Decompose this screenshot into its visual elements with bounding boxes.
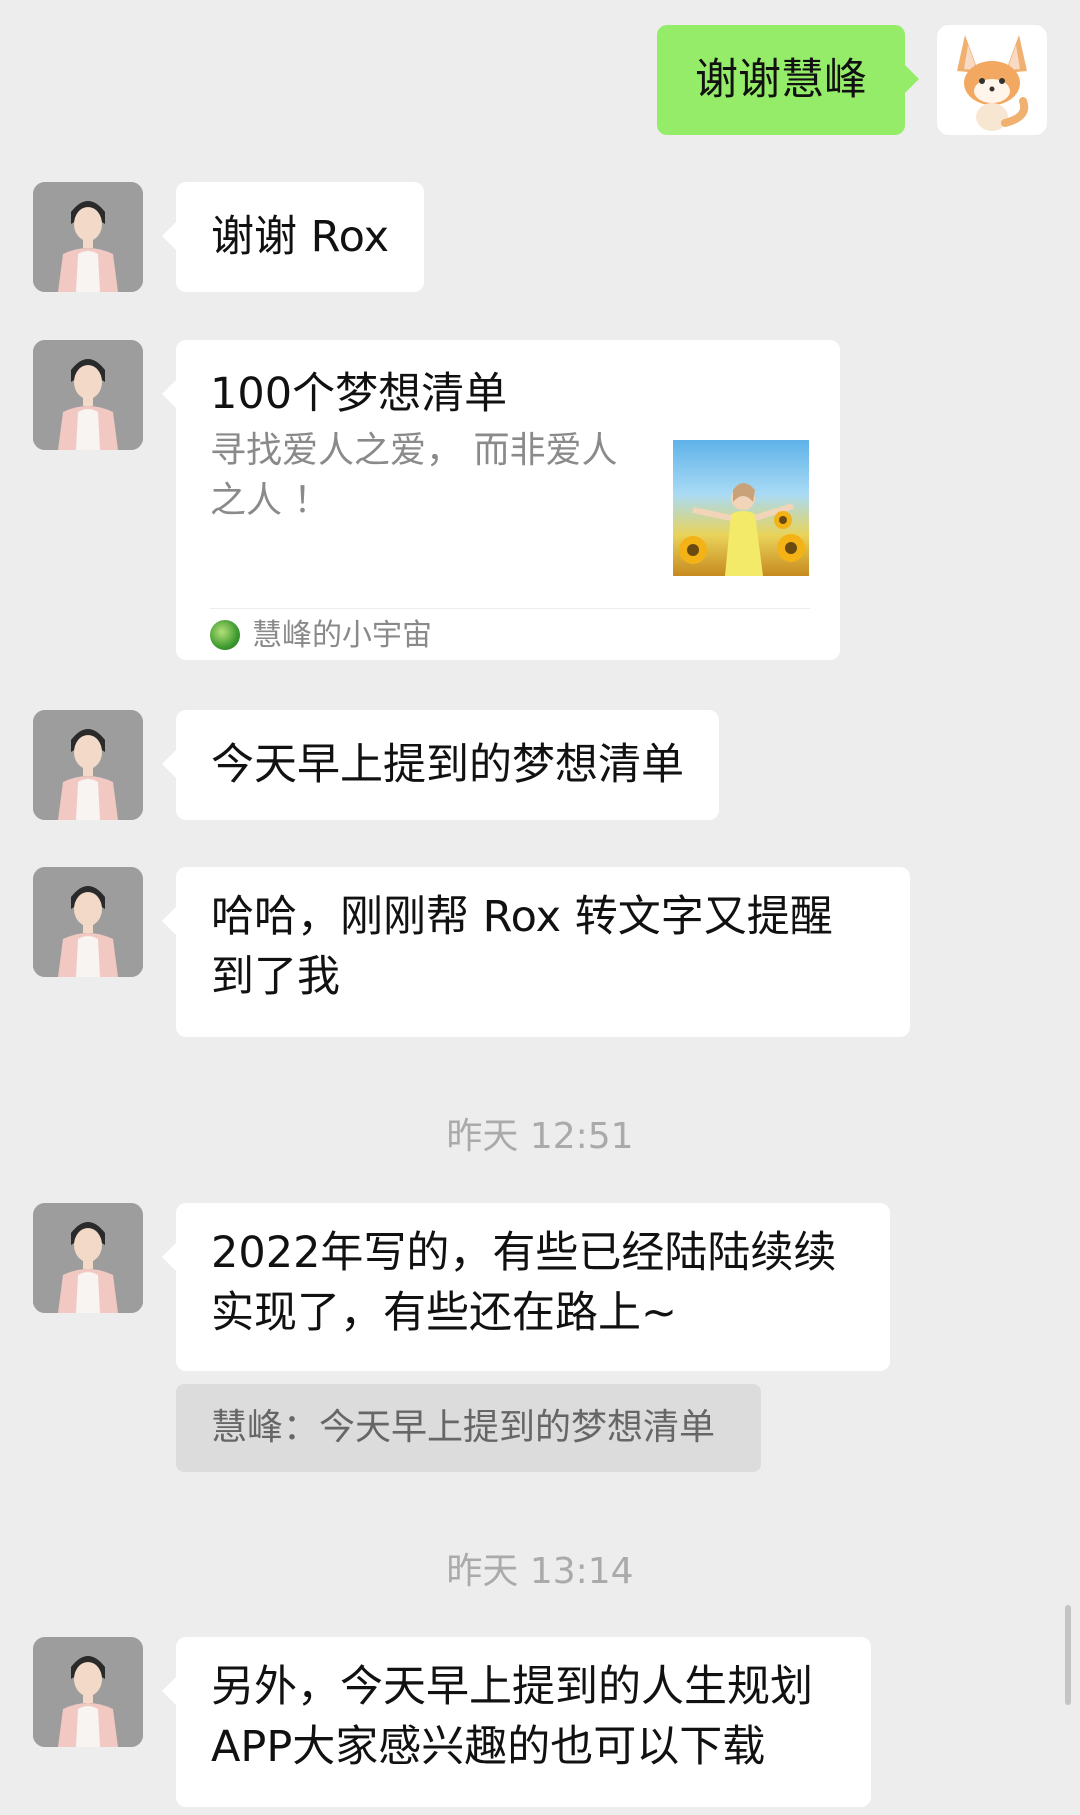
received-message-text: 今天早上提到的梦想清单 bbox=[211, 740, 684, 790]
person-avatar-icon bbox=[33, 1203, 143, 1313]
received-message-bubble[interactable]: 另外，今天早上提到的人生规划APP大家感兴趣的也可以下载 bbox=[162, 1637, 871, 1807]
link-card-source: 慧峰的小宇宙 bbox=[252, 618, 432, 653]
person-avatar-icon bbox=[33, 867, 143, 977]
fox-avatar-icon bbox=[957, 35, 1029, 131]
link-card-divider bbox=[210, 608, 810, 609]
source-icon bbox=[210, 620, 240, 650]
received-message-bubble[interactable]: 哈哈，刚刚帮 Rox 转文字又提醒到了我 bbox=[162, 867, 910, 1037]
timestamp: 昨天 12:51 bbox=[446, 1116, 634, 1157]
person-avatar-icon bbox=[33, 1637, 143, 1747]
link-card[interactable]: 100个梦想清单 寻找爱人之爱， 而非爱人之人 ！ 慧峰的小宇宙 bbox=[162, 340, 840, 660]
link-card-title: 100个梦想清单 bbox=[210, 369, 508, 419]
contact-avatar[interactable] bbox=[33, 182, 143, 292]
person-avatar-icon bbox=[33, 340, 143, 450]
contact-avatar[interactable] bbox=[33, 340, 143, 450]
received-message-bubble[interactable]: 今天早上提到的梦想清单 bbox=[162, 710, 719, 820]
scrollbar[interactable] bbox=[1065, 1605, 1071, 1705]
link-card-thumbnail bbox=[673, 440, 809, 576]
timestamp: 昨天 13:14 bbox=[446, 1551, 634, 1592]
received-message-text: 哈哈，刚刚帮 Rox 转文字又提醒到了我 bbox=[211, 892, 833, 1002]
contact-avatar[interactable] bbox=[33, 867, 143, 977]
quoted-reply[interactable]: 慧峰：今天早上提到的梦想清单 bbox=[176, 1384, 761, 1472]
received-message-text: 谢谢 Rox bbox=[211, 212, 390, 262]
my-avatar[interactable] bbox=[937, 25, 1047, 135]
person-avatar-icon bbox=[33, 182, 143, 292]
link-card-description: 寻找爱人之爱， 而非爱人之人 ！ bbox=[210, 430, 618, 521]
contact-avatar[interactable] bbox=[33, 1203, 143, 1313]
contact-avatar[interactable] bbox=[33, 1637, 143, 1747]
sent-message-text: 谢谢慧峰 bbox=[695, 55, 867, 105]
received-message-text: 2022年写的，有些已经陆陆续续实现了，有些还在路上~ bbox=[211, 1228, 837, 1338]
received-message-text: 另外，今天早上提到的人生规划APP大家感兴趣的也可以下载 bbox=[211, 1662, 813, 1772]
received-message-bubble[interactable]: 2022年写的，有些已经陆陆续续实现了，有些还在路上~ bbox=[162, 1203, 890, 1371]
contact-avatar[interactable] bbox=[33, 710, 143, 820]
sent-message-bubble[interactable]: 谢谢慧峰 bbox=[657, 25, 919, 135]
person-avatar-icon bbox=[33, 710, 143, 820]
received-message-bubble[interactable]: 谢谢 Rox bbox=[161, 182, 425, 292]
quoted-reply-text: 慧峰：今天早上提到的梦想清单 bbox=[211, 1407, 716, 1448]
